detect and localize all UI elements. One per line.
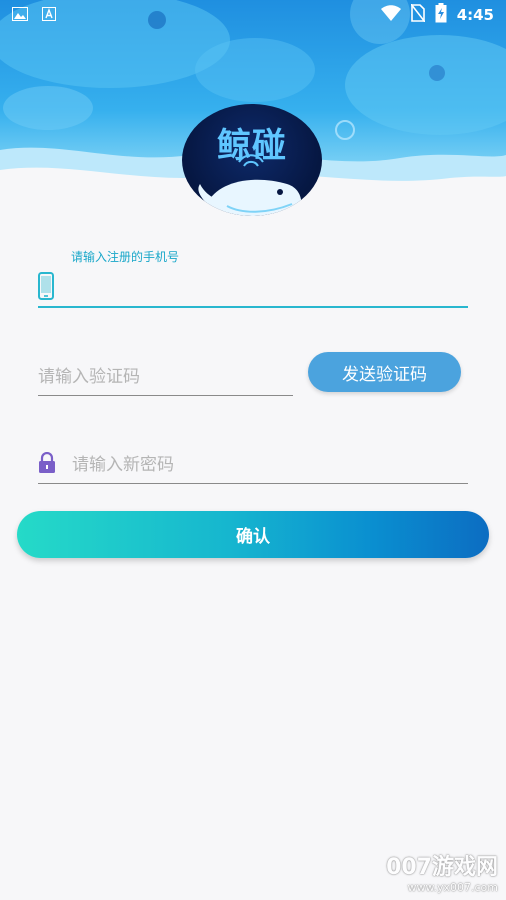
code-field-row (38, 358, 293, 396)
password-field-row (38, 446, 468, 484)
watermark: 007游戏网 www.yx007.com (386, 849, 498, 894)
new-password-input[interactable] (72, 449, 468, 480)
battery-charging-icon (435, 3, 447, 27)
watermark-title: 007游戏网 (386, 855, 498, 880)
phone-input[interactable] (58, 273, 468, 303)
lock-icon (38, 451, 58, 478)
status-bar: 4:45 (0, 0, 506, 30)
watermark-url: www.yx007.com (407, 881, 498, 894)
app-logo: 鲸碰 (182, 104, 322, 216)
send-code-button[interactable]: 发送验证码 (308, 352, 461, 392)
image-icon (12, 6, 28, 25)
confirm-button[interactable]: 确认 (17, 511, 489, 558)
status-time: 4:45 (456, 6, 494, 24)
verification-code-input[interactable] (38, 361, 293, 392)
phone-label: 请输入注册的手机号 (71, 250, 180, 264)
font-icon (42, 6, 56, 25)
phone-field-row (38, 270, 468, 308)
whale-logo-icon (198, 154, 302, 216)
no-sim-icon (410, 3, 426, 26)
wifi-icon (380, 5, 401, 25)
phone-icon (38, 272, 58, 304)
